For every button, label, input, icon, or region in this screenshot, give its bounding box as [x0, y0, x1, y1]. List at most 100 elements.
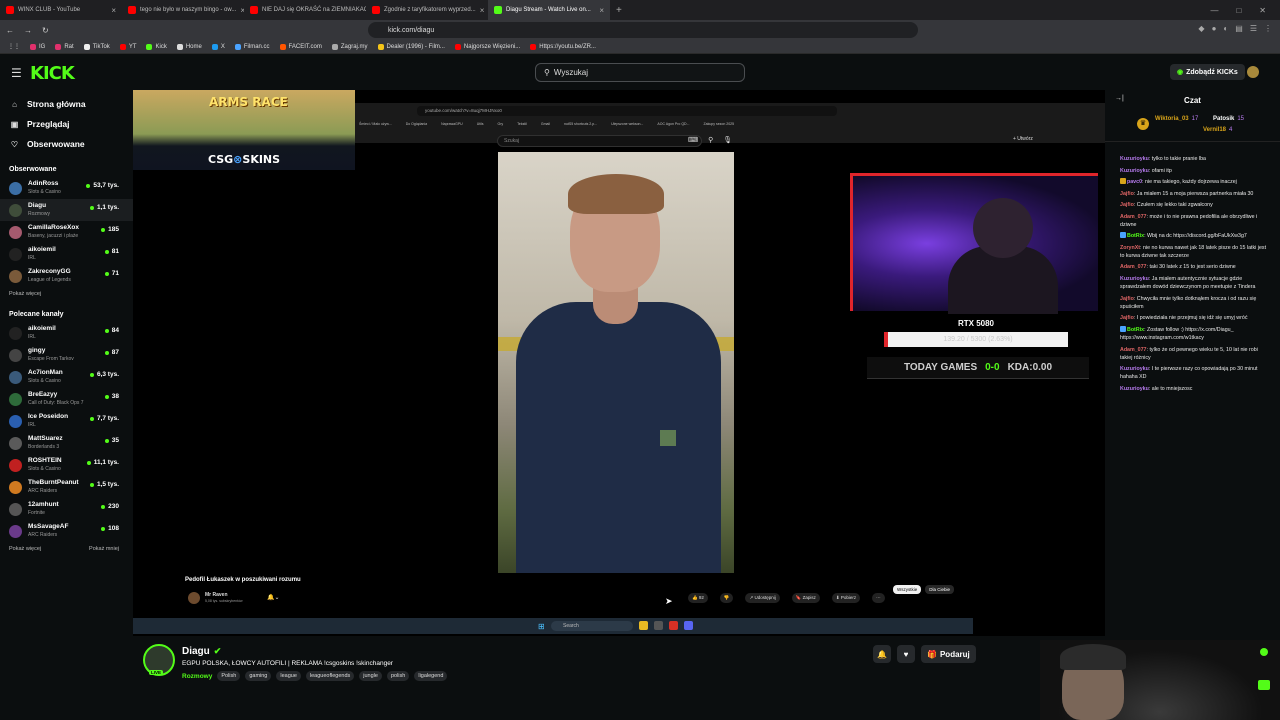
- chat-username[interactable]: Kuzurioyku: [1120, 168, 1149, 174]
- chat-username[interactable]: BotRix: [1127, 233, 1144, 239]
- video-player[interactable]: youtube.com/watch?v=8uqj7MHJNxo0 Śmieci …: [133, 90, 1105, 636]
- show-more-label[interactable]: Pokaż więcej: [9, 546, 41, 552]
- browser-tab[interactable]: NIE DAJ się OKRAŚĆ na ZIEMNIAKAC...×: [244, 0, 366, 20]
- extension-icon[interactable]: ▤: [1235, 24, 1243, 33]
- top-gifter[interactable]: Wiktoria_03 17: [1155, 116, 1198, 122]
- chat-username[interactable]: Kuzurioyku: [1120, 156, 1149, 162]
- sidebar-nav-item[interactable]: ▣ Przeglądaj: [0, 114, 133, 134]
- sidebar-channel[interactable]: ZakreconyGG League of Legends 71: [0, 265, 133, 287]
- chat-username[interactable]: BotRix: [1127, 327, 1144, 333]
- sidebar-channel[interactable]: AdinRoss Slots & Casino 53,7 tys.: [0, 177, 133, 199]
- sidebar-channel[interactable]: BreEazyy Call of Duty: Black Ops 7 38: [0, 388, 133, 410]
- stream-tag[interactable]: league: [276, 671, 301, 681]
- show-more-label[interactable]: Pokaż więcej: [9, 291, 41, 297]
- browser-tab[interactable]: WINX CLUB - YouTube ×: [0, 0, 122, 20]
- notifications-button[interactable]: 🔔: [873, 645, 891, 663]
- stream-category[interactable]: Rozmowy: [182, 673, 212, 680]
- bookmark[interactable]: Rat: [55, 43, 74, 50]
- followed-show-more[interactable]: Pokaż więcej: [0, 291, 133, 297]
- close-tab-icon[interactable]: ×: [480, 6, 485, 15]
- chat-username[interactable]: Jajfio: [1120, 296, 1134, 302]
- streamer-name[interactable]: Diagu: [182, 646, 210, 657]
- get-kicks-button[interactable]: ◉ Zdobądź KICKs: [1170, 64, 1245, 80]
- kick-logo[interactable]: KICK: [30, 63, 75, 84]
- chat-username[interactable]: Adam_077: [1120, 264, 1147, 270]
- sidebar-channel[interactable]: Diagu Rozmowy 1,1 tys.: [0, 199, 133, 221]
- chat-username[interactable]: Adam_077: [1120, 214, 1147, 220]
- bookmark[interactable]: FACEIT.com: [279, 43, 322, 50]
- streamer-name-row: Diagu ✔: [182, 646, 221, 657]
- user-avatar[interactable]: [1247, 66, 1259, 78]
- sidebar-channel[interactable]: ROSHTEIN Slots & Casino 11,1 tys.: [0, 454, 133, 476]
- close-window-icon[interactable]: ✕: [1259, 6, 1266, 15]
- bookmark[interactable]: Https://youtu.be/ZR...: [530, 43, 596, 50]
- sidebar-channel[interactable]: aikoiemil IRL 84: [0, 322, 133, 344]
- browser-tab[interactable]: Diagu Stream - Watch Live on... ×: [488, 0, 610, 20]
- sidebar-channel[interactable]: MattSuarez Borderlands 3 35: [0, 432, 133, 454]
- bookmark[interactable]: IG: [30, 43, 45, 50]
- bookmark[interactable]: Najgorsze Więzieni...: [454, 43, 520, 50]
- extension-icon[interactable]: ◆: [1198, 24, 1204, 33]
- gift-button[interactable]: 🎁 Podaruj: [921, 645, 976, 663]
- stream-tag[interactable]: ligalegend: [414, 671, 448, 681]
- url-input[interactable]: kick.com/diagu: [368, 22, 918, 38]
- bookmark[interactable]: YT: [119, 43, 136, 50]
- chat-username[interactable]: Jajfio: [1120, 202, 1134, 208]
- back-icon[interactable]: ←: [6, 26, 14, 35]
- bookmark[interactable]: TikTok: [83, 43, 110, 50]
- stream-tag[interactable]: jungle: [359, 671, 382, 681]
- bookmark[interactable]: Filman.cc: [234, 43, 270, 50]
- ad-banner[interactable]: ARMS RACE CSG⊗SKINS: [133, 90, 355, 170]
- sidebar-channel[interactable]: TheBurntPeanut ARC Raiders 1,5 tys.: [0, 476, 133, 498]
- bookmark[interactable]: X: [211, 43, 225, 50]
- close-tab-icon[interactable]: ×: [111, 6, 116, 15]
- sidebar-channel[interactable]: 12amhunt Fortnite 230: [0, 498, 133, 520]
- menu-icon[interactable]: ☰: [11, 66, 22, 80]
- chat-message: Jajfio: Chwyciła mnie tylko dotknąłem kr…: [1120, 295, 1270, 311]
- browser-tab[interactable]: tego nie było w naszym bingo - ow... ×: [122, 0, 244, 20]
- show-less-label[interactable]: Pokaż mniej: [89, 546, 119, 552]
- channel-category: Slots & Casino: [28, 378, 61, 384]
- forward-icon[interactable]: →: [24, 26, 32, 35]
- chat-username[interactable]: Jajfio: [1120, 191, 1134, 197]
- follow-button[interactable]: ♥: [897, 645, 915, 663]
- new-tab-icon[interactable]: +: [610, 5, 628, 16]
- chat-username[interactable]: Kuzurioyku: [1120, 366, 1149, 372]
- chat-username[interactable]: ZorynXt: [1120, 245, 1140, 251]
- chat-username[interactable]: pavc0: [1127, 179, 1142, 185]
- sidebar-channel[interactable]: gingy Escape From Tarkov 87: [0, 344, 133, 366]
- extension-icon[interactable]: ☰: [1250, 24, 1257, 33]
- maximize-icon[interactable]: □: [1236, 6, 1241, 15]
- extension-icon[interactable]: ◐: [1223, 24, 1228, 33]
- bookmark[interactable]: Kick: [146, 43, 167, 50]
- sidebar-nav-item[interactable]: ⌂ Strona główna: [0, 94, 133, 114]
- chat-username[interactable]: Jajfio: [1120, 315, 1134, 321]
- menu-icon[interactable]: ⋮: [1264, 24, 1272, 33]
- stream-tag[interactable]: leagueoflegends: [305, 671, 355, 681]
- reload-icon[interactable]: ↻: [42, 26, 49, 35]
- extension-icon[interactable]: ●: [1212, 24, 1217, 33]
- stream-tag[interactable]: gaming: [245, 671, 272, 681]
- sidebar-nav-item[interactable]: ♡ Obserwowane: [0, 134, 133, 154]
- close-tab-icon[interactable]: ×: [599, 6, 604, 15]
- channel-viewers: 84: [104, 327, 119, 334]
- stream-tag[interactable]: Polish: [217, 671, 241, 681]
- bookmark[interactable]: Zagraj.my: [331, 43, 368, 50]
- top-gifter[interactable]: Vernil18 4: [1203, 127, 1232, 133]
- sidebar-channel[interactable]: aikoiemil IRL 81: [0, 243, 133, 265]
- top-gifter[interactable]: Patosik 15: [1213, 116, 1244, 122]
- bookmark[interactable]: Dealer (1996) - Film...: [377, 43, 445, 50]
- apps-icon[interactable]: ⋮⋮: [8, 43, 20, 50]
- stream-tag[interactable]: polish: [386, 671, 410, 681]
- chat-username[interactable]: Kuzurioyku: [1120, 386, 1149, 392]
- chat-username[interactable]: Adam_077: [1120, 347, 1147, 353]
- sidebar-channel[interactable]: Ice Poseidon IRL 7,7 tys.: [0, 410, 133, 432]
- sidebar-channel[interactable]: MsSavageAF ARC Raiders 108: [0, 520, 133, 542]
- sidebar-channel[interactable]: Ac7ionMan Slots & Casino 6,3 tys.: [0, 366, 133, 388]
- search-input[interactable]: ⚲ Wyszukaj: [535, 63, 745, 82]
- bookmark[interactable]: Home: [176, 43, 202, 50]
- minimize-icon[interactable]: —: [1210, 6, 1218, 15]
- sidebar-channel[interactable]: CamillaRoseXox Baseny, jacuzzi i plaże 185: [0, 221, 133, 243]
- chat-username[interactable]: Kuzurioyku: [1120, 276, 1149, 282]
- browser-tab[interactable]: Zgodnie z taryfikatorem wyprzed... ×: [366, 0, 488, 20]
